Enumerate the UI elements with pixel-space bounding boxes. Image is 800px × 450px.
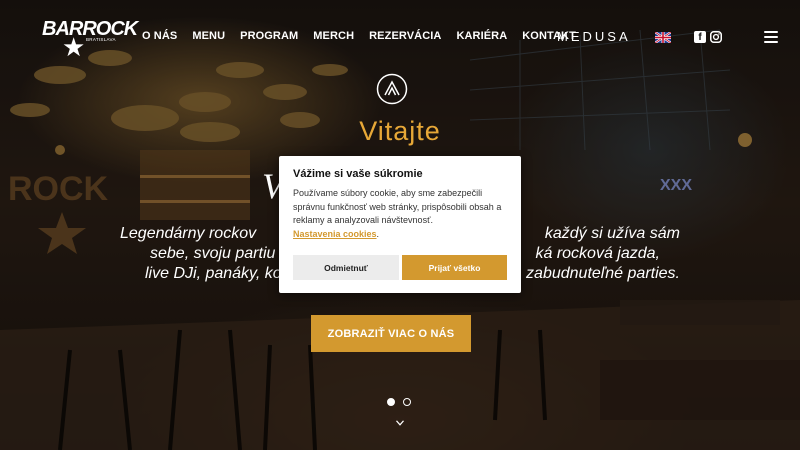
m-emblem-icon	[376, 73, 408, 105]
cookie-title: Vážime si vaše súkromie	[293, 168, 423, 180]
nav-item-rezervacia[interactable]: REZERVÁCIA	[369, 30, 441, 42]
cookie-description: Používame súbory cookie, aby sme zabezpe…	[293, 188, 502, 225]
instagram-icon[interactable]	[710, 31, 722, 43]
welcome-heading: Vitajte	[359, 116, 441, 146]
hamburger-menu-icon[interactable]	[764, 31, 778, 43]
slider-dot-1[interactable]	[387, 398, 395, 406]
accept-all-cookies-button[interactable]: Prijať všetko	[402, 255, 507, 280]
slider-dots	[387, 398, 411, 406]
para-line3-start: live DJi, panáky, ko	[145, 265, 282, 282]
barrock-logo[interactable]: BARROCK ★ BRATISLAVA	[42, 16, 138, 62]
para-line2-end: ká rocková jazda,	[535, 245, 660, 262]
para-line3-end: zabudnuteľné parties.	[526, 265, 680, 282]
facebook-icon[interactable]: f	[694, 31, 706, 43]
cookie-settings-link[interactable]: Nastavenia cookies	[293, 229, 377, 239]
para-line2-start: sebe, svoju partiu a	[150, 245, 289, 262]
uk-flag-icon[interactable]	[655, 32, 671, 43]
para-line1-end: každý si užíva sám	[544, 225, 680, 242]
star-icon: ★	[62, 32, 86, 62]
nav-item-program[interactable]: PROGRAM	[240, 30, 298, 42]
slider-dot-2[interactable]	[403, 398, 411, 406]
decline-cookies-button[interactable]: Odmietnuť	[293, 255, 399, 280]
cookie-consent-dialog: Vážime si vaše súkromie Používame súbory…	[279, 156, 521, 293]
cookie-settings-suffix: .	[376, 228, 380, 239]
show-more-button[interactable]: ZOBRAZIŤ VIAC O NÁS	[311, 315, 471, 352]
cookie-text: Používame súbory cookie, aby sme zabezpe…	[293, 187, 507, 241]
nav-item-merch[interactable]: MERCH	[313, 30, 354, 42]
chevron-down-icon[interactable]	[396, 420, 404, 426]
logo-subtext: BRATISLAVA	[86, 37, 116, 42]
main-nav: O NÁS MENU PROGRAM MERCH REZERVÁCIA KARI…	[142, 30, 576, 42]
para-line1-start: Legendárny rockov	[120, 225, 257, 242]
medusa-logo[interactable]: MEDUSA	[557, 29, 631, 44]
nav-item-kariera[interactable]: KARIÉRA	[456, 30, 507, 42]
nav-item-menu[interactable]: MENU	[192, 30, 225, 42]
nav-item-o-nas[interactable]: O NÁS	[142, 30, 177, 42]
